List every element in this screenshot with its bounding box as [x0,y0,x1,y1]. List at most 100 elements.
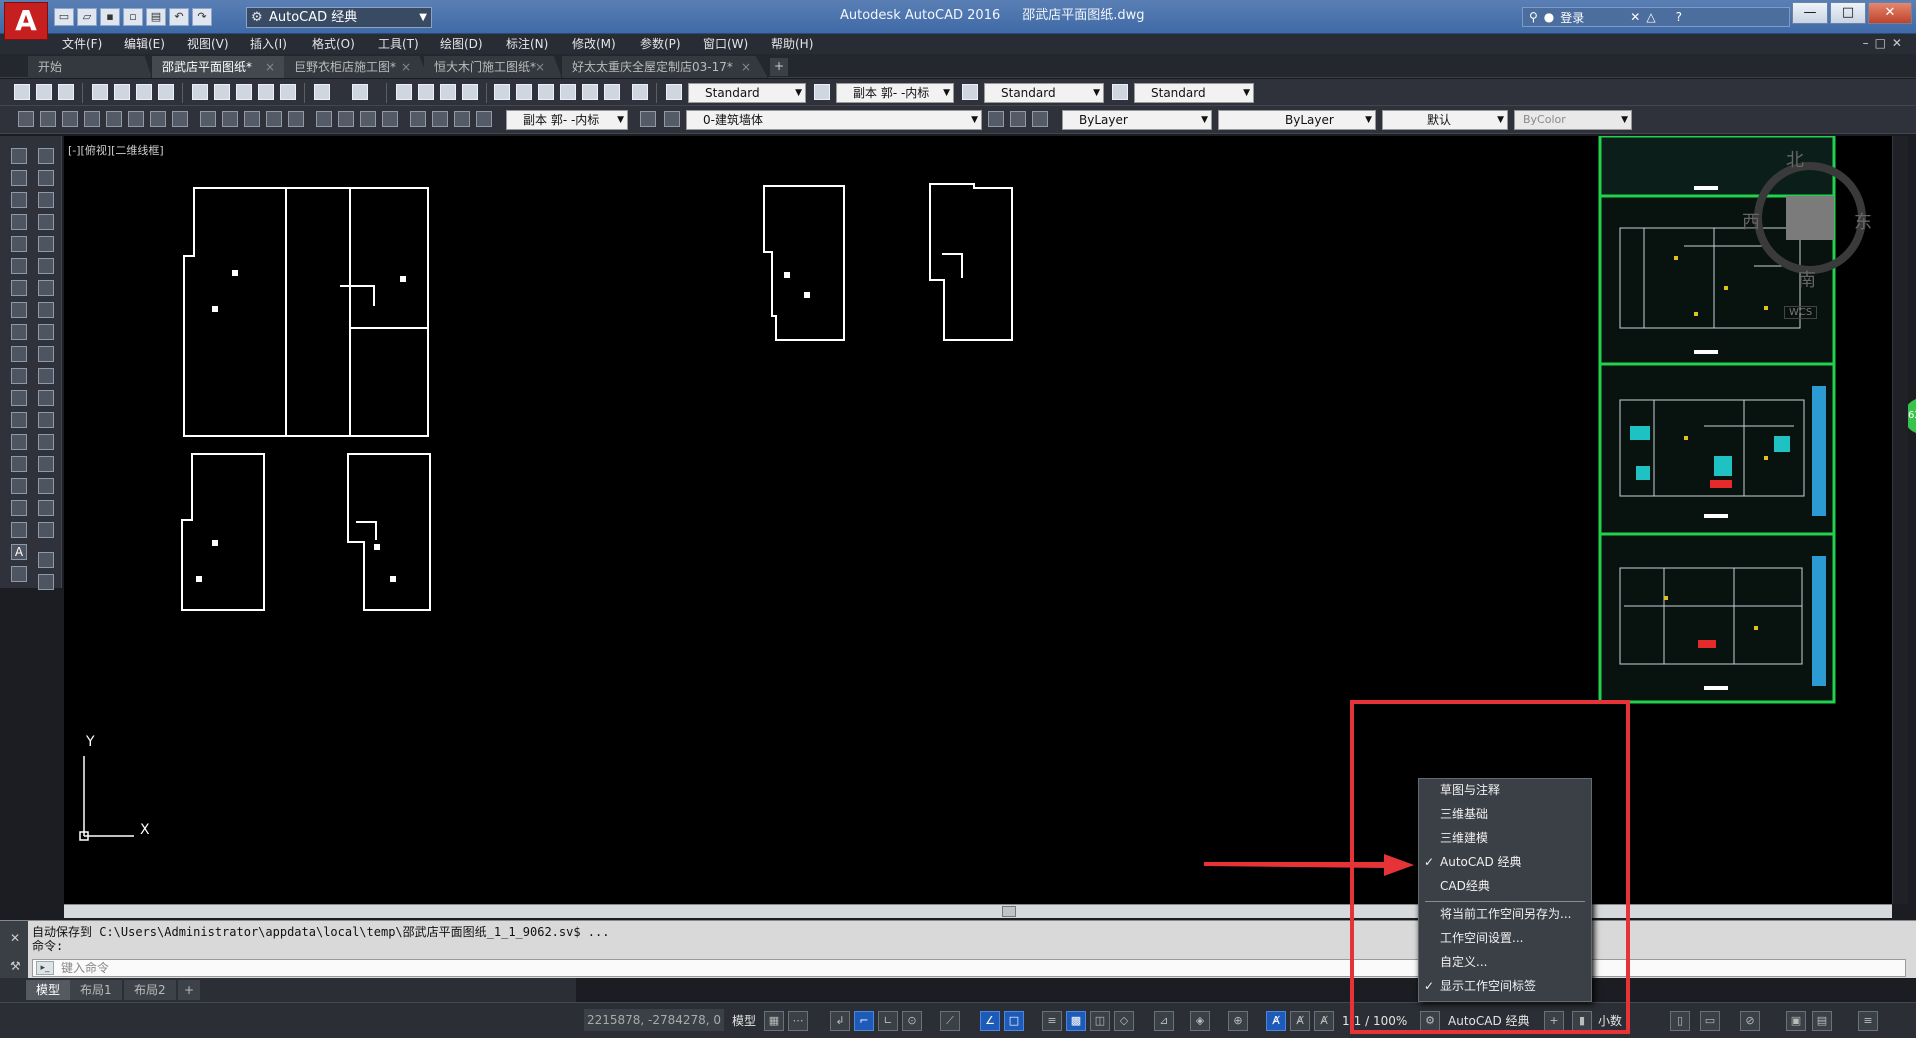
tab-start[interactable]: 开始 [28,56,152,78]
layer-state-icon[interactable] [1032,111,1048,127]
pan-icon[interactable] [396,84,412,100]
baseline-dim-icon[interactable] [222,111,238,127]
customization-icon[interactable]: ≡ [1858,1011,1878,1031]
selection-filter-icon[interactable]: ◈ [1190,1011,1210,1031]
tab-layout2[interactable]: 布局2 [124,980,176,1000]
undo-icon[interactable]: ↶ [169,8,189,26]
help-icon[interactable] [632,84,648,100]
a360-icon[interactable]: △ [1646,10,1655,24]
tolerance-icon[interactable] [316,111,332,127]
compass-south[interactable]: 南 [1798,266,1816,292]
login-button[interactable]: 登录 [1560,9,1584,26]
clean-screen-icon[interactable]: ▤ [1812,1011,1832,1031]
object-snap-tracking-icon[interactable]: ∠ [980,1011,1000,1031]
exchange-icon[interactable]: ✕ [1630,10,1640,24]
insert-block-icon[interactable] [11,390,27,406]
isolate-objects-icon[interactable]: ⊘ [1740,1011,1760,1031]
jogged-dim-icon[interactable] [128,111,144,127]
close-icon[interactable]: × [401,56,411,78]
layer-dropdown[interactable]: 0-建筑墙体 ▼ [686,110,982,130]
angular-dim-icon[interactable] [172,111,188,127]
markup-icon[interactable] [582,84,598,100]
close-icon[interactable]: × [741,56,751,78]
menu-tools[interactable]: 工具(T) [378,34,419,54]
dim-break-icon[interactable] [288,111,304,127]
coordinates-display[interactable]: 2215878, -2784278, 0 [584,1009,724,1031]
plotstyle-dropdown[interactable]: ByColor ▼ [1514,110,1632,130]
erase-icon[interactable] [38,148,54,164]
polygon-icon[interactable] [11,214,27,230]
ortho-icon[interactable]: ∟ [878,1011,898,1031]
stretch-icon[interactable] [38,324,54,340]
zoom-window-icon[interactable] [440,84,456,100]
menu-parametric[interactable]: 参数(P) [640,34,681,54]
menu-draw[interactable]: 绘图(D) [440,34,483,54]
layer-properties-icon[interactable] [664,111,680,127]
dim-edit-icon[interactable] [410,111,426,127]
tab-haotaitai-chongqing[interactable]: 好太太重庆全屋定制店03-17* × [562,56,768,78]
menu-edit[interactable]: 编辑(E) [124,34,165,54]
application-menu-button[interactable]: A [4,2,48,40]
explode-icon[interactable] [38,522,54,538]
spline-icon[interactable] [11,324,27,340]
ordinate-dim-icon[interactable] [84,111,100,127]
compass-west[interactable]: 西 [1742,208,1760,234]
quick-dim-icon[interactable] [200,111,216,127]
menu-view[interactable]: 视图(V) [187,34,229,54]
minimize-button[interactable]: — [1792,2,1828,24]
menu-window[interactable]: 窗口(W) [703,34,748,54]
text-style-dropdown[interactable]: Standard ▼ [688,83,806,103]
new-file-icon[interactable]: ▭ [54,8,74,26]
offset-icon[interactable] [38,214,54,230]
ellipse-arc-icon[interactable] [11,368,27,384]
break-point-icon[interactable] [38,390,54,406]
revision-cloud-icon[interactable] [11,302,27,318]
diameter-dim-icon[interactable] [150,111,166,127]
circle-icon[interactable] [11,280,27,296]
close-icon[interactable]: × [265,56,275,78]
3d-osnap-icon[interactable]: ◇ [1114,1011,1134,1031]
inspection-icon[interactable] [360,111,376,127]
grid-icon[interactable]: ▦ [764,1011,784,1031]
table-icon[interactable] [11,522,27,538]
snap-icon[interactable]: ⋯ [788,1011,808,1031]
scrollbar-thumb[interactable] [1002,906,1016,917]
infer-constraints-icon[interactable]: ↲ [830,1011,850,1031]
mleader-style-icon[interactable] [1112,84,1128,100]
dim-text-edit-icon[interactable] [432,111,448,127]
dynamic-ucs-icon[interactable]: ⊿ [1154,1011,1174,1031]
menu-file[interactable]: 文件(F) [62,34,102,54]
color-dropdown[interactable]: ByLayer ▼ [1062,110,1212,130]
mirror-icon[interactable] [38,192,54,208]
tool-palettes-icon[interactable] [538,84,554,100]
lock-ui-icon[interactable]: ▭ [1700,1011,1720,1031]
transparency-icon[interactable]: ▩ [1066,1011,1086,1031]
break-icon[interactable] [38,412,54,428]
move-icon[interactable] [38,258,54,274]
mleader-style-dropdown[interactable]: Standard ▼ [1134,83,1254,103]
save-icon[interactable]: ▪ [100,8,120,26]
object-snap-icon[interactable]: □ [1004,1011,1024,1031]
wcs-menu[interactable]: WCS [1784,306,1818,319]
close-icon[interactable]: × [535,56,545,78]
dim-style-dropdown-2[interactable]: 副本 郭- -内标 ▼ [506,110,628,130]
match-properties-icon[interactable] [258,84,274,100]
new-icon[interactable] [14,84,30,100]
annotation-visibility-icon[interactable]: Ⱥ [1266,1011,1286,1031]
arc-length-icon[interactable] [62,111,78,127]
vertical-scrollbar[interactable] [1892,136,1908,904]
isometric-icon[interactable]: ⟋ [940,1011,960,1031]
zoom-realtime-icon[interactable] [418,84,434,100]
dim-space-icon[interactable] [266,111,282,127]
properties-icon[interactable] [494,84,510,100]
copy-icon[interactable] [214,84,230,100]
redo-icon[interactable] [352,84,368,100]
fillet-icon[interactable] [38,478,54,494]
draw-order-icon[interactable] [38,552,54,568]
plot-preview-icon[interactable] [114,84,130,100]
save-as-icon[interactable]: ▫ [123,8,143,26]
zoom-previous-icon[interactable] [462,84,478,100]
hatch-icon[interactable] [11,456,27,472]
dim-style-manager-icon[interactable] [476,111,492,127]
model-space-button[interactable]: 模型 [732,1011,756,1031]
